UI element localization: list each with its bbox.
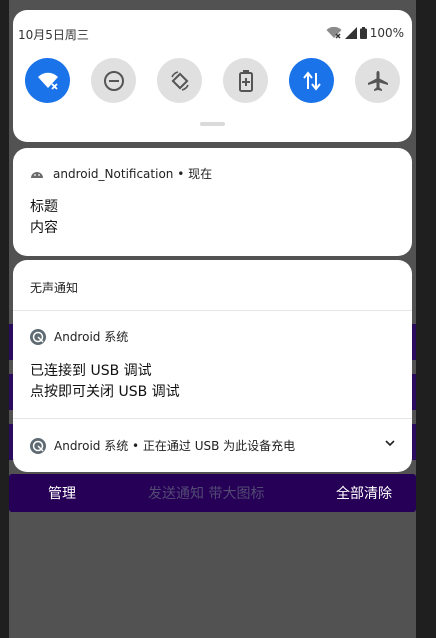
android-system-icon	[30, 328, 46, 345]
battery-percent: 100%	[369, 26, 404, 40]
drag-handle[interactable]	[200, 122, 225, 126]
notification-title: 标题	[30, 199, 58, 215]
divider	[13, 418, 412, 419]
usb-charging-notification[interactable]: Android 系统 • 正在通过 USB 为此设备充电	[30, 437, 395, 454]
send-notification-button[interactable]: 发送通知 带大图标	[148, 483, 264, 503]
usb-debug-title: 已连接到 USB 调试	[30, 363, 152, 379]
notification-app-line: android_Notification • 现在	[53, 167, 213, 181]
usb-debug-text: 点按即可关闭 USB 调试	[30, 384, 180, 400]
airplane-icon	[367, 70, 388, 91]
auto-rotate-tile[interactable]	[157, 58, 202, 103]
do-not-disturb-tile[interactable]	[91, 58, 136, 103]
status-date: 10月5日周三	[18, 28, 89, 42]
android-system-icon	[30, 437, 46, 454]
usb-charging-text: Android 系统 • 正在通过 USB 为此设备充电	[54, 439, 296, 453]
notification-card[interactable]: android_Notification • 现在 标题 内容	[13, 148, 412, 256]
manage-button[interactable]: 管理	[48, 483, 76, 503]
android-app-icon	[31, 171, 43, 178]
battery-saver-icon	[238, 69, 253, 92]
silent-notifications-group: 无声通知 Android 系统 已连接到 USB 调试 点按即可关闭 USB 调…	[13, 260, 412, 472]
wifi-icon	[37, 72, 58, 90]
usb-debug-header: Android 系统	[30, 328, 128, 345]
do-not-disturb-icon	[103, 70, 124, 91]
mobile-data-tile[interactable]	[289, 58, 334, 103]
scrim-left	[0, 0, 9, 638]
silent-notifications-label: 无声通知	[30, 281, 79, 295]
battery-saver-tile[interactable]	[223, 58, 268, 103]
quick-settings-panel: 10月5日周三 100%	[13, 10, 412, 142]
usb-debug-app-name: Android 系统	[54, 330, 129, 344]
clear-all-button[interactable]: 全部清除	[336, 483, 392, 503]
status-bar: 10月5日周三 100%	[18, 26, 404, 42]
rotate-icon	[170, 70, 189, 91]
airplane-mode-tile[interactable]	[355, 58, 400, 103]
notification-action-bar: 管理 发送通知 带大图标 全部清除	[9, 474, 416, 512]
divider	[13, 310, 412, 311]
scrim-right	[416, 0, 436, 638]
signal-icon	[344, 27, 357, 39]
notification-header: android_Notification • 现在	[31, 165, 212, 182]
wifi-tile[interactable]	[25, 58, 70, 103]
battery-icon	[359, 27, 367, 39]
wifi-off-icon	[326, 27, 342, 39]
chevron-down-icon[interactable]	[385, 439, 395, 447]
quick-settings-tiles	[25, 58, 400, 103]
notification-content: 内容	[30, 220, 58, 236]
data-transfer-icon	[302, 70, 321, 91]
status-icons: 100%	[326, 26, 404, 40]
